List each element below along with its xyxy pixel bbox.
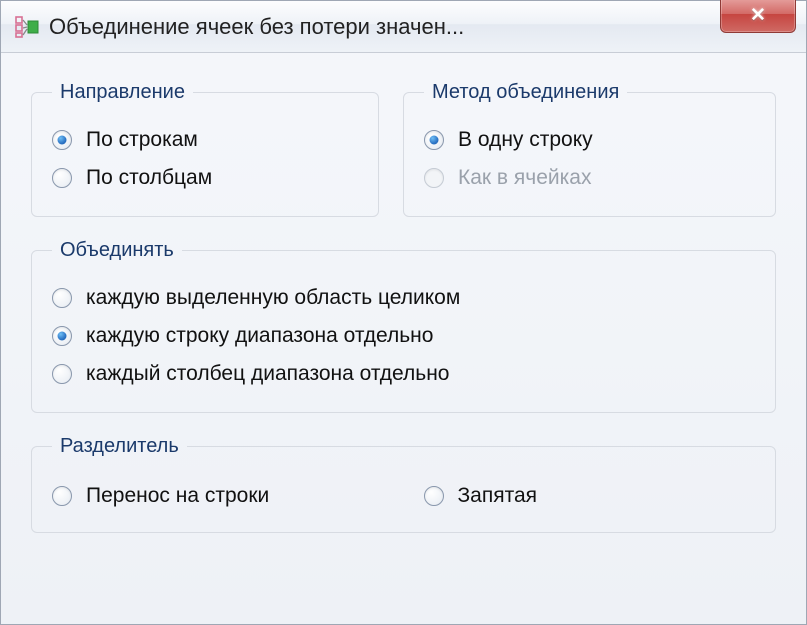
close-icon: ✕ [750, 4, 766, 27]
radio-label: каждую строку диапазона отдельно [86, 324, 433, 348]
radio-label: каждый столбец диапазона отдельно [86, 362, 449, 386]
radio-sep-comma[interactable]: Запятая [424, 484, 756, 508]
radio-label: По столбцам [86, 166, 212, 190]
group-merge-legend: Объединять [52, 239, 182, 262]
group-separator: Разделитель Перенос на строки Запятая [31, 435, 776, 533]
radio-icon [52, 168, 72, 188]
radio-merge-eachcol[interactable]: каждый столбец диапазона отдельно [52, 362, 755, 386]
dialog-content: Направление По строкам По столбцам Метод… [1, 53, 806, 533]
radio-icon [424, 168, 444, 188]
radio-icon [52, 130, 72, 150]
group-direction: Направление По строкам По столбцам [31, 81, 379, 217]
radio-icon [424, 486, 444, 506]
radio-method-oneline[interactable]: В одну строку [424, 128, 755, 152]
radio-icon [52, 288, 72, 308]
radio-direction-rows[interactable]: По строкам [52, 128, 358, 152]
radio-sep-linebreak[interactable]: Перенос на строки [52, 484, 384, 508]
titlebar: Объединение ячеек без потери значен... ✕ [1, 1, 806, 53]
radio-label: каждую выделенную область целиком [86, 286, 460, 310]
radio-merge-whole[interactable]: каждую выделенную область целиком [52, 286, 755, 310]
group-separator-legend: Разделитель [52, 435, 187, 458]
app-icon [15, 15, 39, 39]
radio-icon [424, 130, 444, 150]
group-method-legend: Метод объединения [424, 81, 627, 104]
radio-label: Как в ячейках [458, 166, 591, 190]
dialog-window: Объединение ячеек без потери значен... ✕… [0, 0, 807, 625]
radio-label: Перенос на строки [86, 484, 269, 508]
group-direction-legend: Направление [52, 81, 193, 104]
radio-label: Запятая [458, 484, 538, 508]
radio-merge-eachrow[interactable]: каждую строку диапазона отдельно [52, 324, 755, 348]
radio-method-ascells: Как в ячейках [424, 166, 755, 190]
radio-icon [52, 326, 72, 346]
group-method: Метод объединения В одну строку Как в яч… [403, 81, 776, 217]
group-merge: Объединять каждую выделенную область цел… [31, 239, 776, 413]
window-title: Объединение ячеек без потери значен... [49, 14, 798, 40]
radio-label: По строкам [86, 128, 198, 152]
radio-icon [52, 486, 72, 506]
close-button[interactable]: ✕ [720, 0, 796, 33]
radio-icon [52, 364, 72, 384]
radio-label: В одну строку [458, 128, 593, 152]
radio-direction-cols[interactable]: По столбцам [52, 166, 358, 190]
